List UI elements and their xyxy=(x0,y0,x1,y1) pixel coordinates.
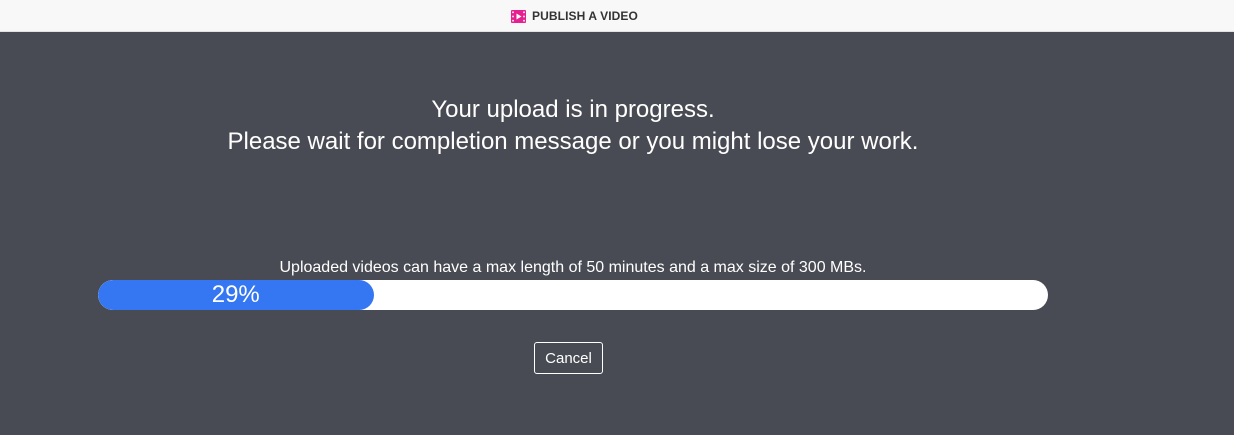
top-bar: PUBLISH A VIDEO xyxy=(0,0,1234,32)
progress-percent-label: 29% xyxy=(211,281,260,308)
upload-limits-note: Uploaded videos can have a max length of… xyxy=(279,259,867,276)
status-line-1: Your upload is in progress. xyxy=(431,96,715,123)
header-title-group: PUBLISH A VIDEO xyxy=(511,9,638,23)
upload-status-message: Your upload is in progress. Please wait … xyxy=(0,94,1146,158)
upload-progress-bar: 29% xyxy=(98,280,1048,310)
page-title: PUBLISH A VIDEO xyxy=(532,9,638,23)
cancel-button[interactable]: Cancel xyxy=(534,342,603,374)
progress-fill: 29% xyxy=(98,280,374,310)
upload-panel: Your upload is in progress. Please wait … xyxy=(0,32,1234,435)
status-line-2: Please wait for completion message or yo… xyxy=(227,128,919,155)
video-icon xyxy=(511,9,526,23)
